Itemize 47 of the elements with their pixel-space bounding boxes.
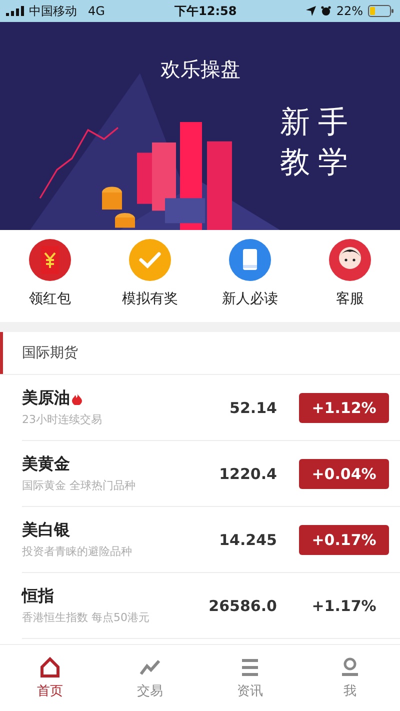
instrument-description: 国际黄金 全球热门品种 — [22, 478, 136, 493]
book-icon — [228, 238, 272, 282]
quote-row[interactable]: 美原油 23小时连续交易 52.14 +1.12% — [22, 375, 400, 441]
price-value: 1220.4 — [218, 464, 277, 482]
instrument-name: 美白银 — [22, 520, 70, 541]
instrument-description: 23小时连续交易 — [22, 412, 103, 427]
banner-caption: 教学 — [280, 144, 356, 181]
menu-icon — [239, 656, 261, 678]
quote-row[interactable]: 美白银 投资者青睐的避险品种 14.245 +0.17% — [22, 507, 400, 573]
quick-link[interactable]: 客服 — [305, 238, 395, 308]
banner-caption: 新手 — [280, 104, 356, 142]
service-agent-icon — [328, 238, 372, 282]
instrument-name: 美黄金 — [22, 454, 70, 475]
price-value: 52.14 — [228, 398, 277, 416]
battery-icon — [368, 5, 394, 17]
tab[interactable]: 交易 — [100, 645, 200, 711]
change-badge: +0.17% — [299, 524, 389, 554]
price-value: 26586.0 — [208, 596, 277, 614]
quick-link[interactable]: 新人必读 — [205, 238, 295, 308]
user-icon — [339, 656, 361, 678]
signal-icon — [6, 6, 24, 16]
tab[interactable]: 首页 — [0, 645, 100, 711]
tab[interactable]: 资讯 — [200, 645, 300, 711]
change-badge: +1.12% — [299, 392, 389, 422]
banner-title: 欢乐操盘 — [160, 56, 240, 83]
quick-link[interactable]: 领红包 — [5, 238, 95, 308]
quote-row[interactable]: 恒指 香港恒生指数 每点50港元 26586.0 +1.17% — [22, 573, 400, 639]
alarm-icon — [321, 6, 332, 16]
clock-time: 下午12:58 — [174, 2, 237, 20]
instrument-name: 美原油 — [22, 388, 70, 409]
instrument-name: 恒指 — [22, 586, 54, 607]
checkmark-icon — [128, 238, 172, 282]
instrument-description: 香港恒生指数 每点50港元 — [22, 610, 150, 625]
carrier-name: 中国移动 — [29, 2, 77, 20]
envelope-icon — [28, 238, 72, 282]
battery-percent: 22% — [336, 4, 363, 18]
price-value: 14.245 — [218, 530, 277, 548]
tab[interactable]: 我 — [300, 645, 400, 711]
location-icon — [306, 6, 316, 16]
quote-row[interactable]: 美黄金 国际黄金 全球热门品种 1220.4 +0.04% — [22, 441, 400, 507]
section-title: 国际期货 — [22, 344, 78, 362]
quick-link[interactable]: 模拟有奖 — [105, 238, 195, 308]
change-badge: +0.04% — [299, 458, 389, 488]
network-type: 4G — [88, 4, 105, 18]
change-value: +1.17% — [312, 596, 376, 614]
home-icon — [39, 656, 61, 678]
instrument-description: 投资者青睐的避险品种 — [22, 544, 133, 559]
